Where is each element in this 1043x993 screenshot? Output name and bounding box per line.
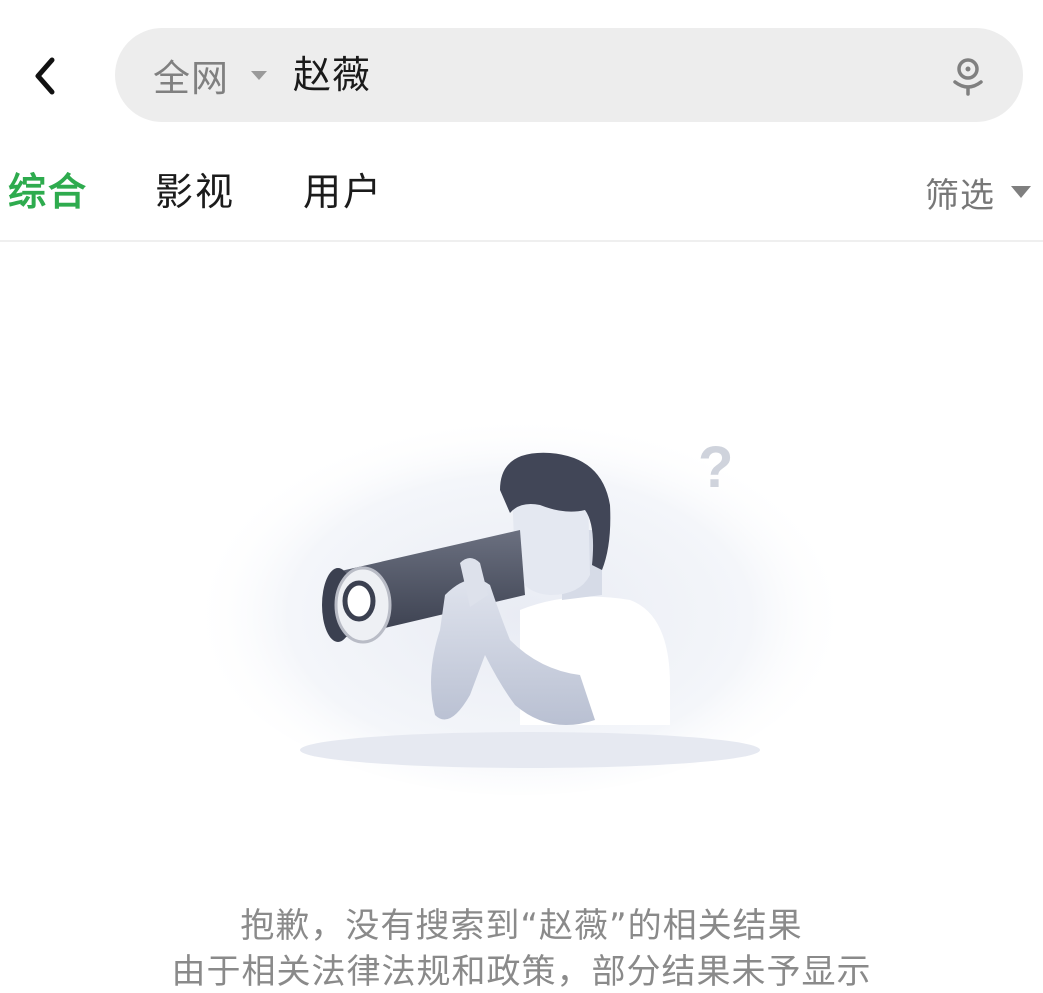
- tab-users[interactable]: 用户: [303, 160, 383, 224]
- voice-search-icon: [953, 58, 983, 96]
- back-button[interactable]: [22, 48, 68, 104]
- empty-message-line-2: 由于相关法律法规和政策，部分结果未予显示: [171, 952, 872, 992]
- empty-state-illustration: ?: [190, 395, 850, 795]
- tab-video[interactable]: 影视: [155, 160, 235, 224]
- result-tabs: 综合 影视 用户 筛选: [0, 160, 1043, 224]
- caret-down-icon: [251, 70, 267, 80]
- filter-button[interactable]: 筛选: [925, 160, 1031, 224]
- caret-down-icon: [1011, 186, 1031, 198]
- ground-shadow: [300, 732, 760, 768]
- search-scope-dropdown[interactable]: 全网: [153, 28, 267, 122]
- tab-comprehensive[interactable]: 综合: [8, 160, 88, 224]
- search-input[interactable]: 赵薇: [293, 28, 371, 122]
- filter-label: 筛选: [925, 175, 995, 216]
- voice-search-button[interactable]: [945, 52, 991, 98]
- search-scope-label: 全网: [153, 57, 229, 100]
- empty-message-line-1: 抱歉，没有搜索到“赵薇”的相关结果: [240, 906, 803, 946]
- search-bar[interactable]: 全网 赵薇: [115, 28, 1023, 122]
- chevron-left-icon: [35, 57, 55, 95]
- question-mark: ?: [698, 435, 733, 500]
- tab-divider: [0, 240, 1043, 242]
